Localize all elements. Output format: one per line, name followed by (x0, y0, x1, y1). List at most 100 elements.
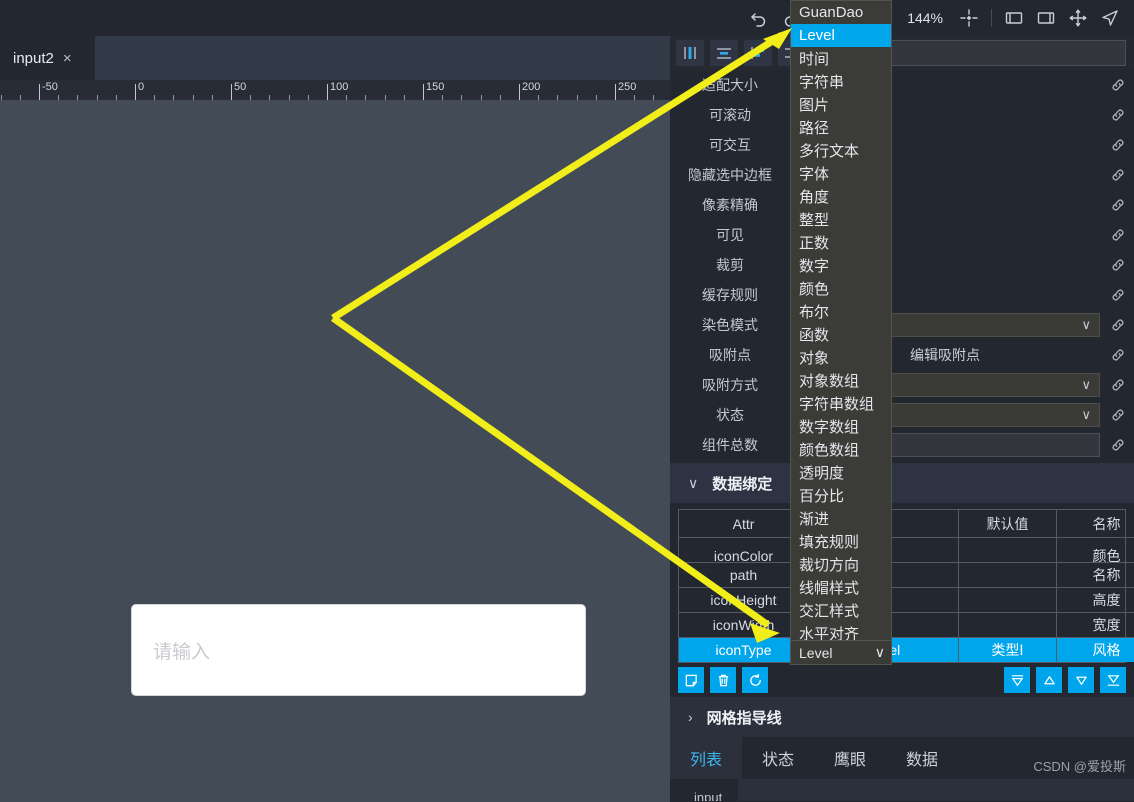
tab-状态[interactable]: 状态 (742, 737, 814, 779)
dropdown-option[interactable]: 裁切方向 (791, 553, 891, 576)
dropdown-option[interactable]: 路径 (791, 116, 891, 139)
move-bottom-button[interactable] (1100, 667, 1126, 693)
tab-数据[interactable]: 数据 (886, 737, 958, 779)
type-dropdown-menu[interactable]: GuanDao Level 时间 字符串 图片 路径 多行文本 字体 角度 整型 正数 数字 颜色 布尔函… (790, 0, 892, 665)
move-icon[interactable] (1062, 0, 1094, 36)
table-cell[interactable] (959, 537, 1057, 562)
link-icon[interactable] (1102, 377, 1134, 393)
table-row[interactable]: iconColor 颜色 (679, 537, 1134, 562)
design-canvas[interactable]: 请输入 (0, 100, 670, 802)
edit-anchor-points-button[interactable]: 编辑吸附点 (910, 345, 980, 365)
link-icon[interactable] (1102, 167, 1134, 183)
dropdown-option[interactable]: 渐进 (791, 507, 891, 530)
panel-left-icon[interactable] (998, 0, 1030, 36)
link-icon[interactable] (1102, 317, 1134, 333)
align-center-h-icon[interactable] (710, 40, 738, 66)
dropdown-option[interactable]: 图片 (791, 93, 891, 116)
dropdown-option[interactable]: 百分比 (791, 484, 891, 507)
search-input[interactable] (890, 40, 1126, 66)
table-cell[interactable]: 类型Ⅰ (959, 637, 1057, 662)
dropdown-option[interactable]: GuanDao (791, 1, 891, 24)
dropdown-option[interactable]: 字符串 (791, 70, 891, 93)
section-header-grid-guide[interactable]: › 网格指导线 (670, 697, 1134, 737)
table-cell[interactable] (959, 562, 1057, 587)
ruler-tick-major (39, 84, 40, 100)
link-icon[interactable] (1102, 347, 1134, 363)
table-cell[interactable]: 名称 (1057, 562, 1134, 587)
move-up-button[interactable] (1036, 667, 1062, 693)
type-dropdown-trigger[interactable]: Level ∨ (791, 640, 891, 664)
tab-鹰眼[interactable]: 鹰眼 (814, 737, 886, 779)
move-down-button[interactable] (1068, 667, 1094, 693)
chevron-down-icon[interactable]: ∨ (688, 475, 698, 492)
canvas-input-component[interactable]: 请输入 (131, 604, 586, 696)
link-icon[interactable] (1102, 227, 1134, 243)
align-left-icon[interactable] (744, 40, 772, 66)
property-row: 适配大小 (670, 70, 1134, 100)
link-icon[interactable] (1102, 407, 1134, 423)
dropdown-option[interactable]: 数字数组 (791, 415, 891, 438)
property-label: 吸附方式 (702, 377, 758, 393)
close-icon[interactable]: × (63, 50, 72, 67)
dropdown-option[interactable]: Level (791, 24, 891, 47)
dropdown-option[interactable]: 填充规则 (791, 530, 891, 553)
panel-right-icon[interactable] (1030, 0, 1062, 36)
ruler-label: 250 (618, 81, 637, 93)
list-item[interactable]: input (694, 790, 722, 801)
dropdown-option[interactable]: 多行文本 (791, 139, 891, 162)
undo-icon[interactable] (743, 0, 775, 36)
table-cell[interactable] (959, 612, 1057, 637)
dropdown-option[interactable]: 整型 (791, 208, 891, 231)
add-row-button[interactable] (678, 667, 704, 693)
link-icon[interactable] (1102, 107, 1134, 123)
send-icon[interactable] (1094, 0, 1126, 36)
table-cell[interactable]: 宽度 (1057, 612, 1134, 637)
dropdown-option[interactable]: 线帽样式 (791, 576, 891, 599)
table-row[interactable]: iconHeight 高度 (679, 587, 1134, 612)
table-cell[interactable]: 风格 (1057, 637, 1134, 662)
app-root: 144% input2 × -50 0 50 100 150 200 250 请… (0, 0, 1134, 802)
dropdown-option[interactable]: 字符串数组 (791, 392, 891, 415)
align-distribute-h-icon[interactable] (676, 40, 704, 66)
dropdown-option[interactable]: 颜色数组 (791, 438, 891, 461)
table-row[interactable]: iconWidth 宽度 (679, 612, 1134, 637)
horizontal-ruler: -50 0 50 100 150 200 250 (0, 80, 670, 100)
link-icon[interactable] (1102, 137, 1134, 153)
dropdown-option[interactable]: 字体 (791, 162, 891, 185)
dropdown-option[interactable]: 透明度 (791, 461, 891, 484)
table-cell[interactable]: 高度 (1057, 587, 1134, 612)
link-icon[interactable] (1102, 437, 1134, 453)
table-cell[interactable]: 颜色 (1057, 537, 1134, 562)
dropdown-option[interactable]: 正数 (791, 231, 891, 254)
document-tab[interactable]: input2 × (0, 36, 95, 80)
chevron-right-icon[interactable]: › (688, 709, 693, 725)
refresh-row-button[interactable] (742, 667, 768, 693)
ruler-tick-major (423, 84, 424, 100)
dropdown-option[interactable]: 布尔 (791, 300, 891, 323)
dropdown-option[interactable]: 角度 (791, 185, 891, 208)
dropdown-option[interactable]: 函数 (791, 323, 891, 346)
table-row[interactable]: path 名称 (679, 562, 1134, 587)
link-icon[interactable] (1102, 197, 1134, 213)
dropdown-option[interactable]: 对象数组 (791, 369, 891, 392)
link-icon[interactable] (1102, 257, 1134, 273)
table-cell[interactable] (959, 587, 1057, 612)
dropdown-option[interactable]: 对象 (791, 346, 891, 369)
move-top-button[interactable] (1004, 667, 1030, 693)
center-target-icon[interactable] (953, 0, 985, 36)
ruler-label: -50 (42, 81, 58, 93)
dropdown-option[interactable]: 数字 (791, 254, 891, 277)
dropdown-option[interactable]: 交汇样式 (791, 599, 891, 622)
delete-row-button[interactable] (710, 667, 736, 693)
dropdown-option[interactable]: 时间 (791, 47, 891, 70)
link-icon[interactable] (1102, 287, 1134, 303)
section-header-data-binding[interactable]: ∨ 数据绑定 (670, 463, 1134, 503)
table-column-header[interactable]: 名称 (1057, 510, 1134, 537)
tab-列表[interactable]: 列表 (670, 737, 743, 779)
table-column-header[interactable]: 默认值 (959, 510, 1057, 537)
ruler-tick-major (327, 84, 328, 100)
property-label: 裁剪 (716, 257, 744, 273)
table-row[interactable]: iconTypeLevel类型Ⅰ风格 (679, 637, 1134, 662)
link-icon[interactable] (1102, 77, 1134, 93)
dropdown-option[interactable]: 颜色 (791, 277, 891, 300)
